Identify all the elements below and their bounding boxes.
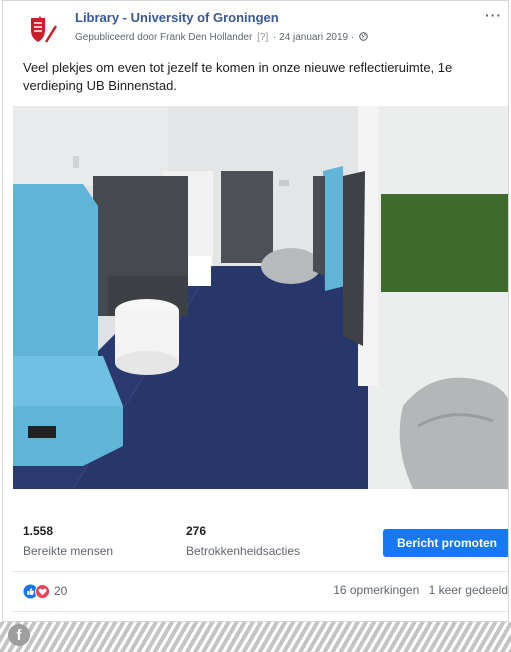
more-options-icon[interactable]: ···	[485, 7, 502, 23]
post-meta: Gepubliceerd door Frank Den Hollander [?…	[75, 32, 368, 43]
reactions-summary[interactable]: 20	[23, 581, 67, 601]
engagement-label: Betrokkenheidsacties	[186, 544, 301, 558]
shares-link[interactable]: 1 keer gedeeld	[429, 583, 508, 597]
post-text: Veel plekjes om even tot jezelf te komen…	[23, 60, 453, 93]
post-date[interactable]: · 24 januari 2019 ·	[273, 32, 354, 43]
reaction-count: 20	[54, 584, 68, 598]
love-reaction-icon	[35, 583, 50, 599]
facebook-icon: f	[8, 624, 30, 646]
published-by-text[interactable]: Gepubliceerd door Frank Den Hollander	[75, 32, 252, 43]
decorative-footer-band	[0, 622, 511, 652]
reached-count: 1.558	[23, 524, 54, 538]
post-insights: 1.558 Bereikte mensen 276 Betrokkenheids…	[3, 489, 508, 569]
engagement-summary: 16 opmerkingen 1 keer gedeeld	[333, 583, 508, 597]
university-logo-avatar[interactable]	[23, 12, 59, 48]
divider	[13, 571, 508, 572]
facebook-post-card: Library - University of Groningen Gepubl…	[2, 0, 509, 622]
engagement-count: 276	[186, 524, 207, 538]
promote-post-button[interactable]: Bericht promoten	[383, 529, 508, 557]
reached-label: Bereikte mensen	[23, 544, 114, 558]
post-header: Library - University of Groningen Gepubl…	[3, 1, 508, 57]
globe-icon	[359, 32, 368, 41]
divider	[13, 611, 508, 612]
comments-link[interactable]: 16 opmerkingen	[333, 583, 419, 597]
help-marker[interactable]: [?]	[257, 32, 268, 43]
reflection-room-photo[interactable]	[13, 106, 508, 489]
page-name-link[interactable]: Library - University of Groningen	[75, 10, 279, 25]
